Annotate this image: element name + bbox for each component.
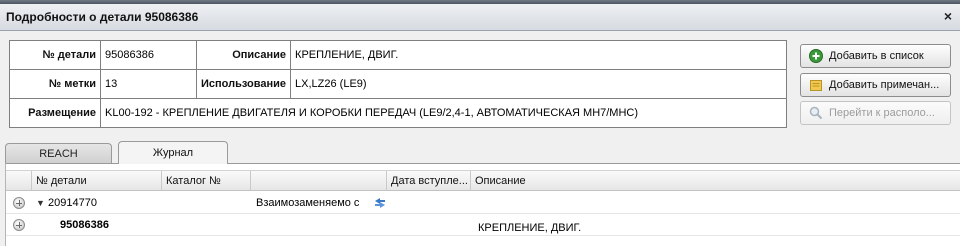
description-value: КРЕПЛЕНИЕ, ДВИГ. — [290, 40, 787, 70]
grid-header-spacer — [6, 171, 32, 191]
tab-reach[interactable]: REACH — [5, 143, 112, 164]
add-note-label: Добавить примечан... — [829, 79, 940, 91]
table-row[interactable]: ▼ 20914770 Взаимозаменяемо с — [6, 193, 960, 214]
expand-row-icon[interactable] — [13, 197, 25, 209]
mark-number-value: 13 — [100, 69, 197, 99]
expand-row-icon[interactable] — [13, 219, 25, 231]
tab-strip: REACH Журнал — [0, 141, 960, 164]
tree-toggle-icon[interactable]: ▼ — [36, 193, 45, 213]
dialog-title-bar: Подробности о детали 95086386 × — [0, 4, 960, 31]
usage-value: LX,LZ26 (LE9) — [290, 69, 787, 99]
dialog-body: № детали 95086386 Описание КРЕПЛЕНИЕ, ДВ… — [0, 31, 960, 246]
grid-header-effective-date[interactable]: Дата вступле... — [387, 171, 471, 191]
history-grid: № детали Каталог № Дата вступле... Описа… — [5, 163, 960, 246]
grid-header-description[interactable]: Описание — [471, 171, 960, 191]
dialog-title: Подробности о детали 95086386 — [6, 10, 199, 24]
grid-header-blank[interactable] — [251, 171, 387, 191]
mark-number-label: № метки — [9, 69, 101, 99]
grid-header-part-no[interactable]: № детали — [32, 171, 162, 191]
magnifier-icon — [809, 106, 823, 120]
table-row[interactable]: 95086386 КРЕПЛЕНИЕ, ДВИГ. — [6, 215, 960, 236]
row-relation: Взаимозаменяемо с — [256, 197, 360, 209]
close-icon[interactable]: × — [944, 9, 952, 23]
row-description: КРЕПЛЕНИЕ, ДВИГ. — [478, 222, 582, 234]
description-label: Описание — [195, 40, 292, 70]
go-to-location-label: Перейти к располо... — [829, 107, 935, 119]
placement-label: Размещение — [9, 98, 101, 128]
plus-circle-icon — [809, 49, 823, 63]
part-number-value: 95086386 — [100, 40, 197, 70]
interchange-icon — [373, 196, 387, 216]
tab-journal[interactable]: Журнал — [118, 141, 228, 164]
add-to-list-button[interactable]: Добавить в список — [800, 44, 951, 68]
usage-label: Использование — [195, 69, 292, 99]
go-to-location-button[interactable]: Перейти к располо... — [800, 101, 951, 125]
placement-value: KL00-192 - КРЕПЛЕНИЕ ДВИГАТЕЛЯ И КОРОБКИ… — [100, 98, 787, 128]
add-to-list-label: Добавить в список — [829, 50, 924, 62]
grid-header: № детали Каталог № Дата вступле... Описа… — [6, 170, 960, 191]
part-info-table: № детали 95086386 Описание КРЕПЛЕНИЕ, ДВ… — [9, 40, 787, 128]
row-part-number: 20914770 — [48, 197, 97, 209]
part-number-label: № детали — [9, 40, 101, 70]
add-note-button[interactable]: Добавить примечан... — [800, 73, 951, 97]
row-part-number: 95086386 — [60, 219, 109, 231]
grid-header-catalog-no[interactable]: Каталог № — [162, 171, 251, 191]
note-icon — [809, 78, 823, 92]
